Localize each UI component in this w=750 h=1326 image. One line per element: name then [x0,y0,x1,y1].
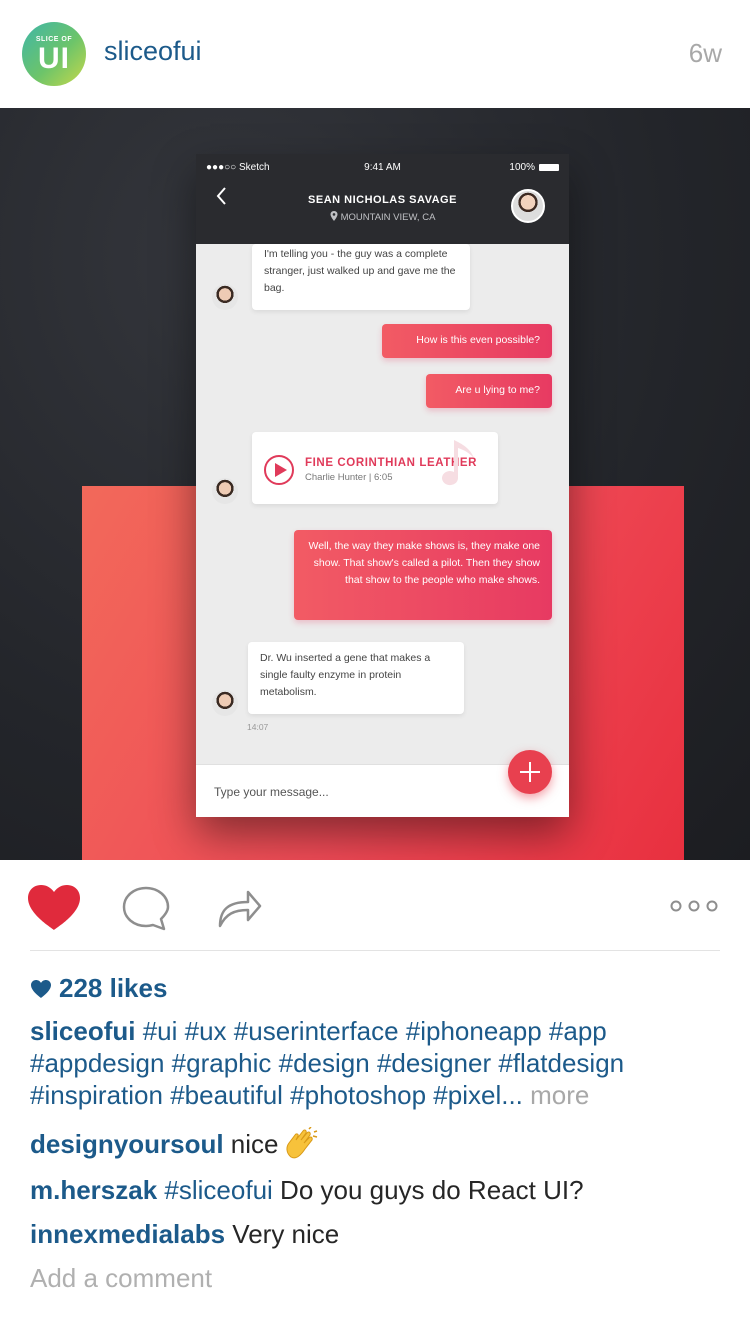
message-timestamp: 14:07 [247,722,269,732]
add-fab-button[interactable] [508,750,552,794]
contact-location: MOUNTAIN VIEW, CA [340,212,436,223]
likes-count: 228 likes [59,973,168,1003]
chat-header: ●●●○○ Sketch 9:41 AM 100% SEAN NICHOLAS … [196,154,569,244]
post-caption: sliceofui #ui #ux #userinterface #iphone… [30,1015,730,1111]
caption-more-link[interactable]: more [523,1080,589,1110]
plus-icon [520,762,540,782]
message-outgoing-3: Well, the way they make shows is, they m… [294,530,552,620]
battery-icon [539,164,559,171]
chat-area: I'm telling you - the guy was a complete… [196,244,569,764]
comment-username[interactable]: innexmedialabs [30,1219,225,1249]
like-heart-icon[interactable] [26,884,82,932]
message-outgoing-2: Are u lying to me? [426,374,552,408]
status-bar: ●●●○○ Sketch 9:41 AM 100% [196,162,569,176]
comment-text: Do you guys do React UI? [272,1175,584,1205]
sender-avatar [212,478,238,504]
message-incoming-1: I'm telling you - the guy was a complete… [252,244,470,310]
comment-text: nice [223,1129,279,1159]
caption-username[interactable]: sliceofui [30,1016,135,1046]
add-comment-input[interactable]: Add a comment [30,1263,212,1294]
comment-bubble-icon[interactable] [120,884,172,932]
message-input-placeholder: Type your message... [214,785,329,799]
sender-avatar [212,690,238,716]
comment-text: Very nice [225,1219,340,1249]
small-heart-icon [31,979,51,998]
message-outgoing-1: How is this even possible? [382,324,552,358]
phone-mockup: ●●●○○ Sketch 9:41 AM 100% SEAN NICHOLAS … [196,154,569,817]
post-username[interactable]: sliceofui [104,36,202,67]
comment-username[interactable]: m.herszak [30,1175,157,1205]
profile-avatar[interactable]: SLICE OF UI [22,22,86,86]
location-pin-icon [330,211,338,221]
audio-message-card: FINE CORINTHIAN LEATHER Charlie Hunter |… [252,432,498,504]
post-time-ago: 6w [688,38,722,68]
avatar-big-text: UI [38,42,70,75]
play-icon [264,455,294,485]
audio-track-meta: Charlie Hunter | 6:05 [305,472,393,483]
status-battery-group: 100% [509,162,559,173]
post-image[interactable]: ●●●○○ Sketch 9:41 AM 100% SEAN NICHOLAS … [0,108,750,860]
share-arrow-icon[interactable] [214,884,264,930]
post-header: SLICE OF UI sliceofui 6w [0,0,750,108]
comment-row: innexmedialabs Very nice [30,1219,339,1250]
sender-avatar [212,284,238,310]
comment-username[interactable]: designyoursoul [30,1129,224,1159]
likes-count-row[interactable]: 228 likes [30,973,167,1004]
status-battery-text: 100% [509,162,535,173]
more-options-icon[interactable] [668,896,720,916]
music-note-icon [442,440,474,486]
comment-hashtag[interactable]: #sliceofui [157,1175,272,1205]
message-incoming-2: Dr. Wu inserted a gene that makes a sing… [248,642,464,714]
contact-avatar [511,189,545,223]
actions-divider [30,950,720,951]
clapping-hands-icon [285,1127,317,1159]
comment-row: designyoursoul nice [30,1127,319,1161]
comment-row: m.herszak #sliceofui Do you guys do Reac… [30,1175,584,1206]
